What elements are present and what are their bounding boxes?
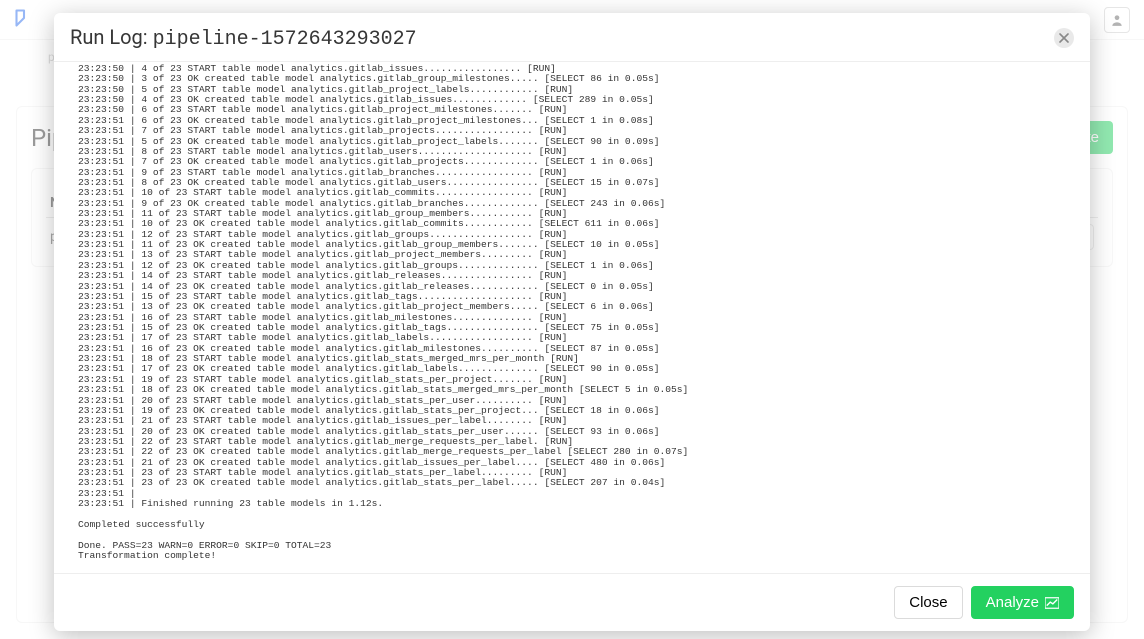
run-log-modal: Run Log: pipeline-1572643293027 23:23:50…	[54, 13, 1090, 631]
log-output: 23:23:50 | 4 of 23 START table model ana…	[78, 64, 1066, 561]
modal-header: Run Log: pipeline-1572643293027	[54, 13, 1090, 61]
modal-title-id: pipeline-1572643293027	[153, 28, 417, 51]
chart-icon	[1045, 597, 1059, 609]
modal-title: Run Log: pipeline-1572643293027	[70, 25, 417, 51]
analyze-button[interactable]: Analyze	[971, 586, 1074, 619]
modal-body: 23:23:50 | 4 of 23 START table model ana…	[54, 61, 1090, 574]
close-icon[interactable]	[1054, 28, 1074, 48]
modal-title-prefix: Run Log:	[70, 25, 153, 49]
close-button[interactable]: Close	[894, 586, 962, 619]
analyze-button-label: Analyze	[986, 594, 1039, 611]
modal-footer: Close Analyze	[54, 574, 1090, 631]
